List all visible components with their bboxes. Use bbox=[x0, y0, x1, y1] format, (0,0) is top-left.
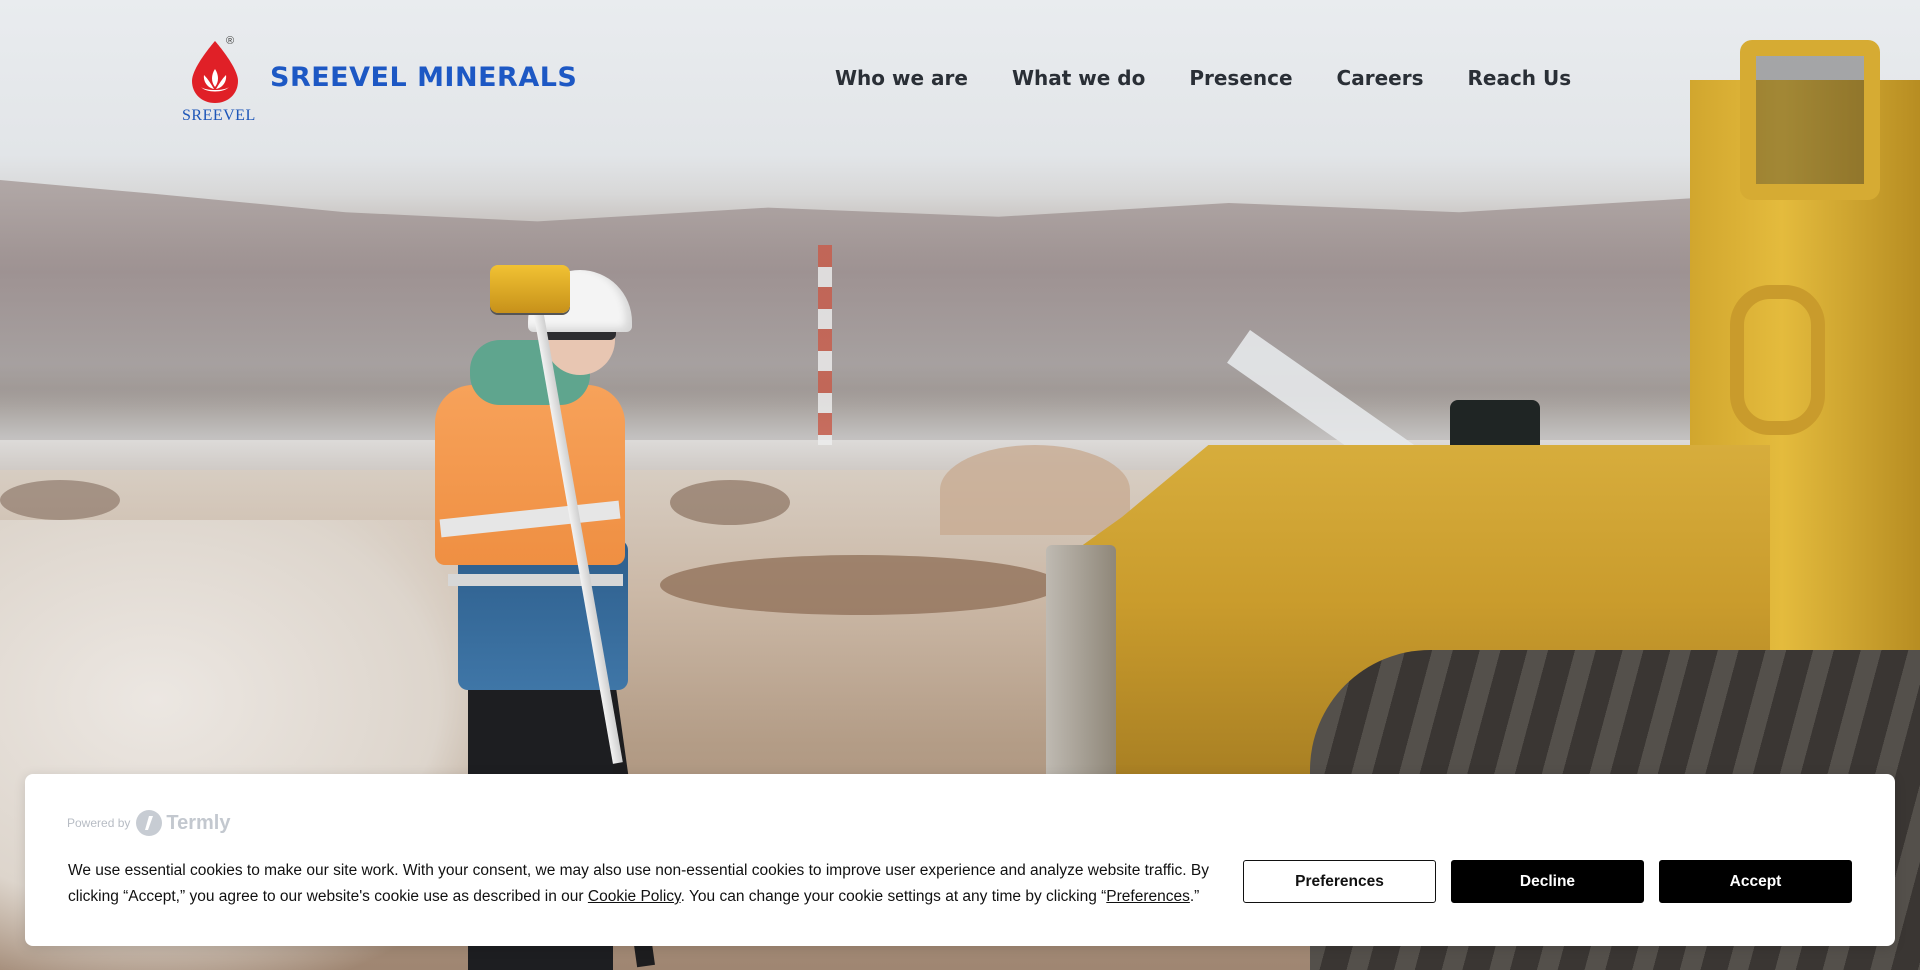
sand-mound bbox=[940, 445, 1130, 535]
main-nav: Who we are What we do Presence Careers R… bbox=[835, 66, 1571, 90]
dirt-pile bbox=[670, 480, 790, 525]
cookie-message: We use essential cookies to make our sit… bbox=[68, 858, 1238, 910]
loader-mirror bbox=[1730, 285, 1825, 435]
cookie-text-part: .” bbox=[1189, 888, 1200, 905]
dirt-pile bbox=[0, 480, 120, 520]
hills bbox=[0, 180, 1920, 410]
site-header: ® SREEVEL SREEVEL MINERALS Who we are Wh… bbox=[0, 0, 1920, 160]
cookie-policy-link[interactable]: Cookie Policy bbox=[588, 888, 681, 905]
logo-subtext: SREEVEL bbox=[182, 107, 256, 124]
termly-name: Termly bbox=[166, 811, 231, 834]
powered-by-termly[interactable]: Powered by Termly bbox=[67, 810, 230, 836]
powered-by-label: Powered by bbox=[67, 816, 131, 830]
cookie-banner: Powered by Termly We use essential cooki… bbox=[25, 774, 1895, 946]
reflective-stripe bbox=[448, 574, 623, 586]
cookie-text-part: . You can change your cookie settings at… bbox=[680, 888, 1107, 905]
loader-bucket-edge bbox=[1046, 545, 1116, 790]
lotus-drop-icon: ® SREEVEL bbox=[180, 35, 255, 127]
preferences-link[interactable]: Preferences bbox=[1106, 888, 1190, 905]
nav-reach-us[interactable]: Reach Us bbox=[1467, 66, 1571, 90]
worker-jacket bbox=[435, 385, 625, 565]
logo[interactable]: ® SREEVEL SREEVEL MINERALS bbox=[180, 35, 577, 127]
preferences-button[interactable]: Preferences bbox=[1243, 860, 1436, 903]
striped-tower bbox=[818, 245, 832, 445]
decline-button[interactable]: Decline bbox=[1451, 860, 1644, 903]
nav-who-we-are[interactable]: Who we are bbox=[835, 66, 968, 90]
termly-logo-icon bbox=[136, 810, 163, 836]
nav-what-we-do[interactable]: What we do bbox=[1012, 66, 1145, 90]
dirt-pile bbox=[660, 555, 1060, 615]
brand-name: SREEVEL MINERALS bbox=[270, 61, 578, 93]
nav-presence[interactable]: Presence bbox=[1189, 66, 1292, 90]
nav-careers[interactable]: Careers bbox=[1337, 66, 1424, 90]
accept-button[interactable]: Accept bbox=[1659, 860, 1852, 903]
registered-mark: ® bbox=[226, 35, 235, 47]
gps-receiver bbox=[490, 265, 570, 313]
